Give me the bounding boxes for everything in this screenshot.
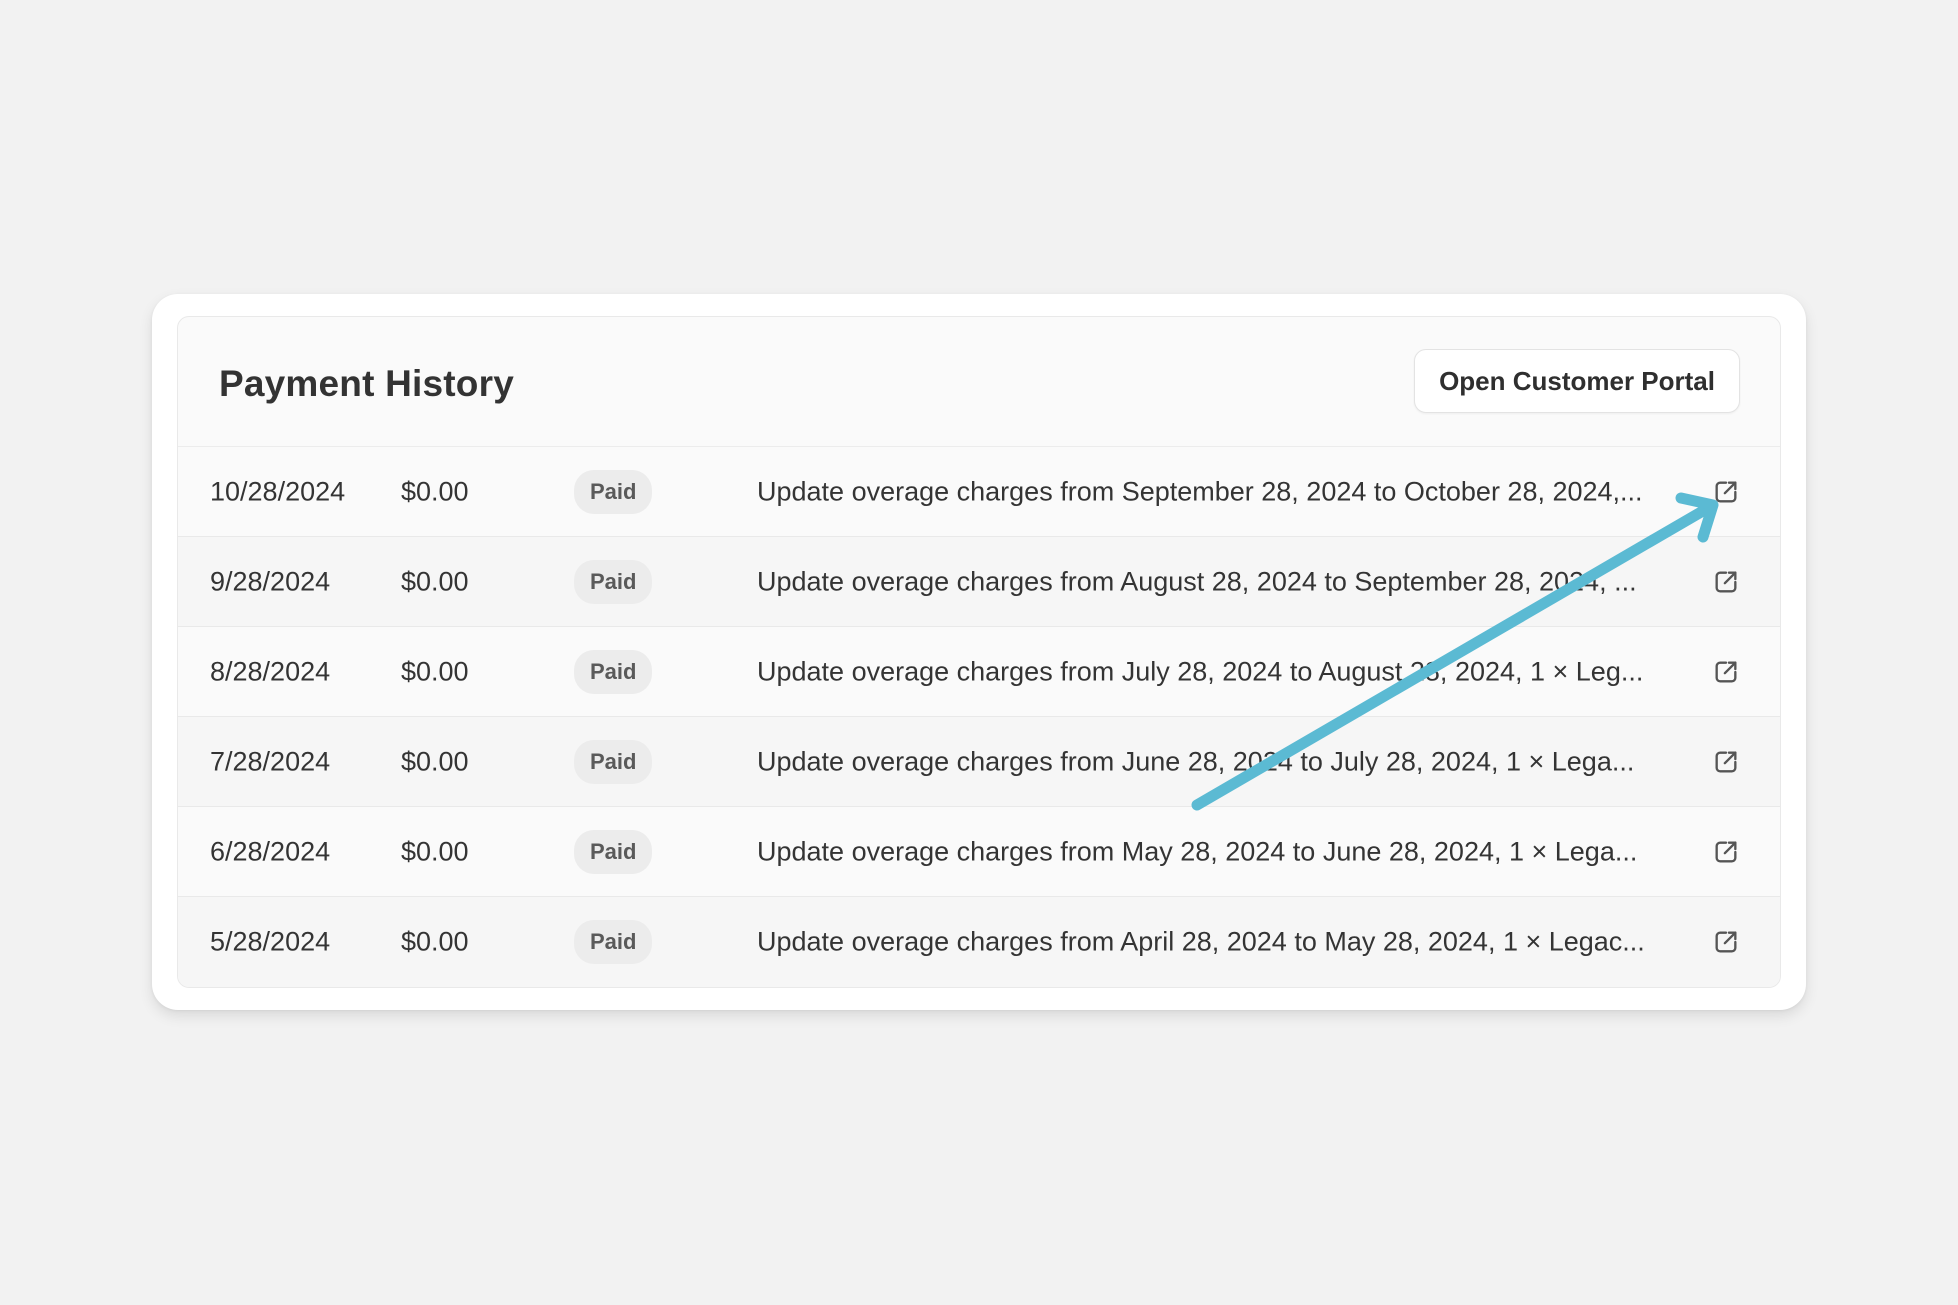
payment-description: Update overage charges from May 28, 2024… xyxy=(757,836,1638,866)
status-badge: Paid xyxy=(574,649,653,694)
payment-amount: $0.00 xyxy=(401,656,469,686)
status-badge: Paid xyxy=(574,739,653,784)
payment-amount: $0.00 xyxy=(401,566,469,596)
payment-amount: $0.00 xyxy=(401,746,469,776)
payment-history-card: Payment History Open Customer Portal 10/… xyxy=(152,294,1806,1010)
table-row: 7/28/2024 $0.00 Paid Update overage char… xyxy=(178,717,1780,807)
external-link-icon[interactable] xyxy=(1712,838,1740,866)
payment-history-panel: Payment History Open Customer Portal 10/… xyxy=(177,316,1781,988)
payment-amount: $0.00 xyxy=(401,926,469,957)
external-link-icon[interactable] xyxy=(1712,478,1740,506)
external-link-icon[interactable] xyxy=(1712,748,1740,776)
payment-description: Update overage charges from August 28, 2… xyxy=(757,566,1637,596)
payment-date: 6/28/2024 xyxy=(210,836,331,866)
payment-amount: $0.00 xyxy=(401,836,469,866)
open-customer-portal-button[interactable]: Open Customer Portal xyxy=(1414,349,1740,413)
external-link-icon[interactable] xyxy=(1712,568,1740,596)
table-row: 8/28/2024 $0.00 Paid Update overage char… xyxy=(178,627,1780,717)
status-badge: Paid xyxy=(574,469,653,514)
external-link-icon[interactable] xyxy=(1712,928,1740,956)
status-badge: Paid xyxy=(574,829,653,874)
table-row: 10/28/2024 $0.00 Paid Update overage cha… xyxy=(178,447,1780,537)
payment-description: Update overage charges from June 28, 202… xyxy=(757,746,1635,776)
status-badge: Paid xyxy=(574,920,653,964)
table-row: 6/28/2024 $0.00 Paid Update overage char… xyxy=(178,807,1780,897)
payment-date: 7/28/2024 xyxy=(210,746,331,776)
payment-description: Update overage charges from September 28… xyxy=(757,476,1643,506)
status-badge: Paid xyxy=(574,559,653,604)
payment-description: Update overage charges from July 28, 202… xyxy=(757,656,1644,686)
payment-date: 10/28/2024 xyxy=(210,476,346,506)
page-title: Payment History xyxy=(219,363,514,404)
payment-amount: $0.00 xyxy=(401,476,469,506)
payment-description: Update overage charges from April 28, 20… xyxy=(757,926,1645,957)
payment-date: 8/28/2024 xyxy=(210,656,331,686)
table-row: 9/28/2024 $0.00 Paid Update overage char… xyxy=(178,537,1780,627)
external-link-icon[interactable] xyxy=(1712,658,1740,686)
table-row: 5/28/2024 $0.00 Paid Update overage char… xyxy=(178,897,1780,987)
payment-date: 9/28/2024 xyxy=(210,566,331,596)
payment-history-table: 10/28/2024 $0.00 Paid Update overage cha… xyxy=(178,447,1780,987)
payment-date: 5/28/2024 xyxy=(210,926,331,957)
panel-header: Payment History Open Customer Portal xyxy=(178,317,1780,447)
